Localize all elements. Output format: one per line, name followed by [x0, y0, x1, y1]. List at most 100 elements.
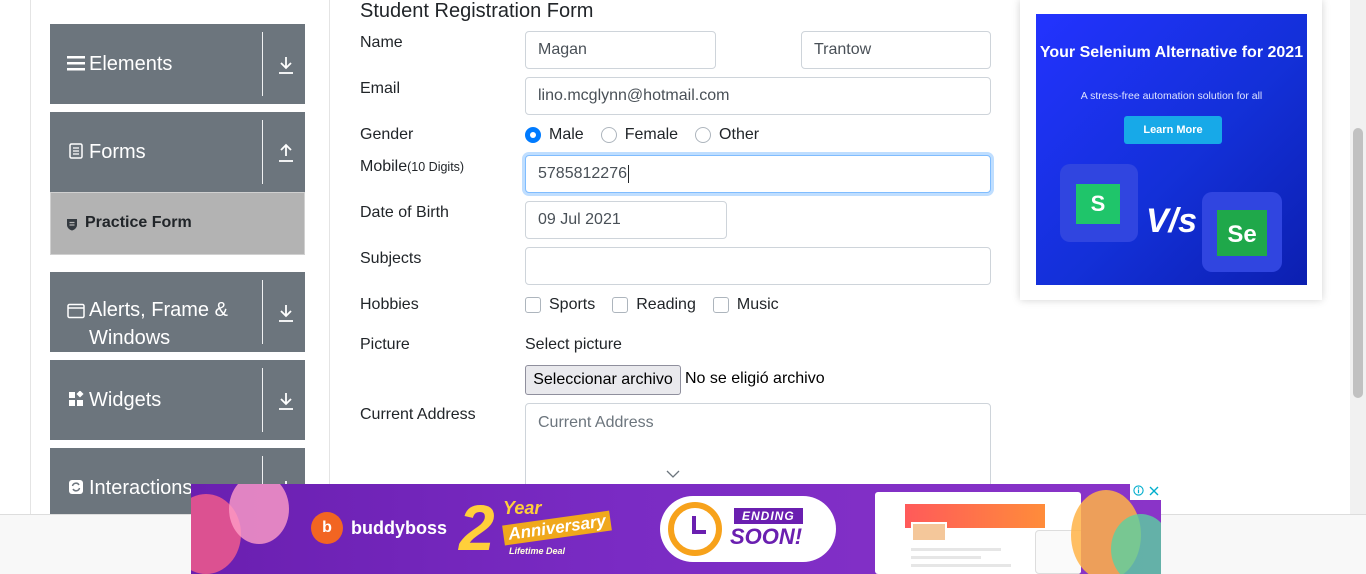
gender-label: Gender	[360, 126, 414, 143]
radio-button-checked[interactable]	[525, 127, 541, 143]
buddyboss-logo: b buddyboss	[311, 512, 447, 544]
mobile-label-text: Mobile	[360, 158, 408, 175]
divider	[262, 368, 263, 432]
choose-file-button[interactable]: Seleccionar archivo	[525, 365, 681, 395]
gender-option-female[interactable]: Female	[600, 126, 679, 144]
download-arrow-icon[interactable]	[276, 302, 296, 324]
selenium-logo: Se	[1217, 210, 1267, 256]
sidebar-group-alerts[interactable]: Alerts, Frame & Windows	[50, 272, 305, 352]
app-screenshot-preview	[875, 492, 1081, 574]
ad-title: Your Selenium Alternative for 2021	[1039, 44, 1304, 61]
interactions-icon	[67, 478, 85, 496]
right-ad-frame: Your Selenium Alternative for 2021 A str…	[1020, 0, 1322, 300]
radio-button[interactable]	[695, 127, 712, 143]
sidebar-item-label: Practice Form	[85, 214, 192, 231]
clock-icon	[668, 502, 722, 556]
preview-profile-card	[911, 522, 947, 542]
sidebar-group-widgets[interactable]: Widgets	[50, 360, 305, 440]
subjects-label: Subjects	[360, 250, 422, 267]
sidebar-group-label: Widgets	[89, 389, 162, 411]
gender-option-label: Male	[549, 126, 584, 143]
radio-button[interactable]	[600, 127, 617, 143]
buddyboss-logo-icon: b	[311, 512, 343, 544]
hobbies-label: Hobbies	[360, 296, 419, 313]
page: Elements Forms Practice Form Alerts, Fra…	[0, 0, 1366, 574]
hobby-option-music[interactable]: Music	[712, 296, 779, 314]
last-name-input[interactable]: Trantow	[801, 31, 991, 69]
preview-line	[911, 548, 1001, 551]
hobby-option-label: Sports	[549, 296, 596, 313]
form-title: Student Registration Form	[360, 0, 594, 22]
mobile-hint: (10 Digits)	[407, 160, 465, 174]
balloon-left-2	[229, 484, 289, 544]
preview-line	[911, 556, 981, 559]
close-icon[interactable]	[1149, 486, 1159, 499]
hobbies-checkbox-group: Sports Reading Music	[525, 294, 796, 316]
dob-label: Date of Birth	[360, 204, 449, 221]
hobby-option-label: Music	[736, 296, 779, 313]
gender-option-male[interactable]: Male	[525, 126, 584, 144]
shield-icon	[66, 218, 78, 231]
text-caret	[627, 164, 629, 183]
buddyboss-ad[interactable]: b buddyboss 2 Year Anniversary Lifetime …	[191, 484, 1161, 574]
download-arrow-icon[interactable]	[276, 54, 296, 76]
form-icon	[67, 142, 85, 160]
sidebar-item-practice-form[interactable]: Practice Form	[50, 192, 305, 255]
mobile-label: Mobile(10 Digits)	[360, 158, 464, 176]
upload-arrow-icon[interactable]	[276, 142, 296, 164]
sidebar-group-forms[interactable]: Forms	[50, 112, 305, 192]
address-label: Current Address	[360, 406, 476, 423]
ending-soon-badge: ENDING SOON!	[660, 496, 836, 562]
mobile-input[interactable]: 5785812276	[525, 155, 991, 193]
ad-choices-controls	[1130, 484, 1161, 500]
hobby-option-label: Reading	[636, 296, 696, 313]
subjects-input[interactable]	[525, 247, 991, 285]
soon-text: SOON!	[730, 524, 803, 549]
hobby-option-reading[interactable]: Reading	[612, 296, 696, 314]
selenium-badge: Se	[1202, 192, 1282, 272]
date-of-birth-input[interactable]: 09 Jul 2021	[525, 201, 727, 239]
versus-text: V/s	[1146, 202, 1198, 240]
sidebar-group-label: Alerts, Frame & Windows	[89, 299, 228, 349]
divider	[262, 280, 263, 344]
sidebar-group-label: Elements	[89, 53, 173, 75]
sidebar-group-label: Forms	[89, 141, 146, 163]
divider	[262, 120, 263, 184]
hamburger-icon	[67, 54, 85, 72]
email-label: Email	[360, 80, 401, 97]
katalon-badge: S	[1060, 164, 1138, 242]
ending-text: ENDING	[734, 508, 803, 524]
learn-more-button[interactable]: Learn More	[1124, 116, 1222, 144]
hobby-option-sports[interactable]: Sports	[525, 296, 595, 314]
sidebar-group-elements[interactable]: Elements	[50, 24, 305, 104]
checkbox[interactable]	[612, 297, 629, 313]
first-name-input[interactable]: Magan	[525, 31, 716, 69]
info-icon[interactable]	[1132, 485, 1144, 499]
chevron-down-icon	[666, 466, 680, 484]
download-arrow-icon[interactable]	[276, 390, 296, 412]
ad-subtitle: A stress-free automation solution for al…	[1080, 90, 1263, 102]
selenium-alternative-ad[interactable]: Your Selenium Alternative for 2021 A str…	[1036, 14, 1307, 285]
anniversary-number: 2	[459, 492, 495, 564]
email-input[interactable]: lino.mcglynn@hotmail.com	[525, 77, 991, 115]
buddyboss-brand-text: buddyboss	[351, 517, 448, 538]
preview-line	[911, 564, 1011, 567]
divider	[262, 32, 263, 96]
widgets-icon	[67, 390, 85, 408]
file-status-text: No se eligió archivo	[685, 370, 825, 387]
scrollbar-thumb[interactable]	[1353, 128, 1363, 398]
anniversary-year-text: Year	[503, 498, 542, 518]
lifetime-deal-text: Lifetime Deal	[509, 546, 566, 556]
gender-radio-group: Male Female Other	[525, 124, 776, 146]
checkbox[interactable]	[712, 297, 729, 313]
picture-label: Picture	[360, 336, 410, 353]
select-picture-label: Select picture	[525, 336, 622, 353]
mobile-value: 5785812276	[538, 165, 627, 182]
window-icon	[67, 302, 85, 320]
gender-option-label: Other	[719, 126, 760, 143]
name-label: Name	[360, 34, 403, 51]
gender-option-label: Female	[624, 126, 679, 143]
katalon-logo: S	[1076, 184, 1120, 224]
gender-option-other[interactable]: Other	[695, 126, 759, 144]
checkbox[interactable]	[525, 297, 541, 313]
